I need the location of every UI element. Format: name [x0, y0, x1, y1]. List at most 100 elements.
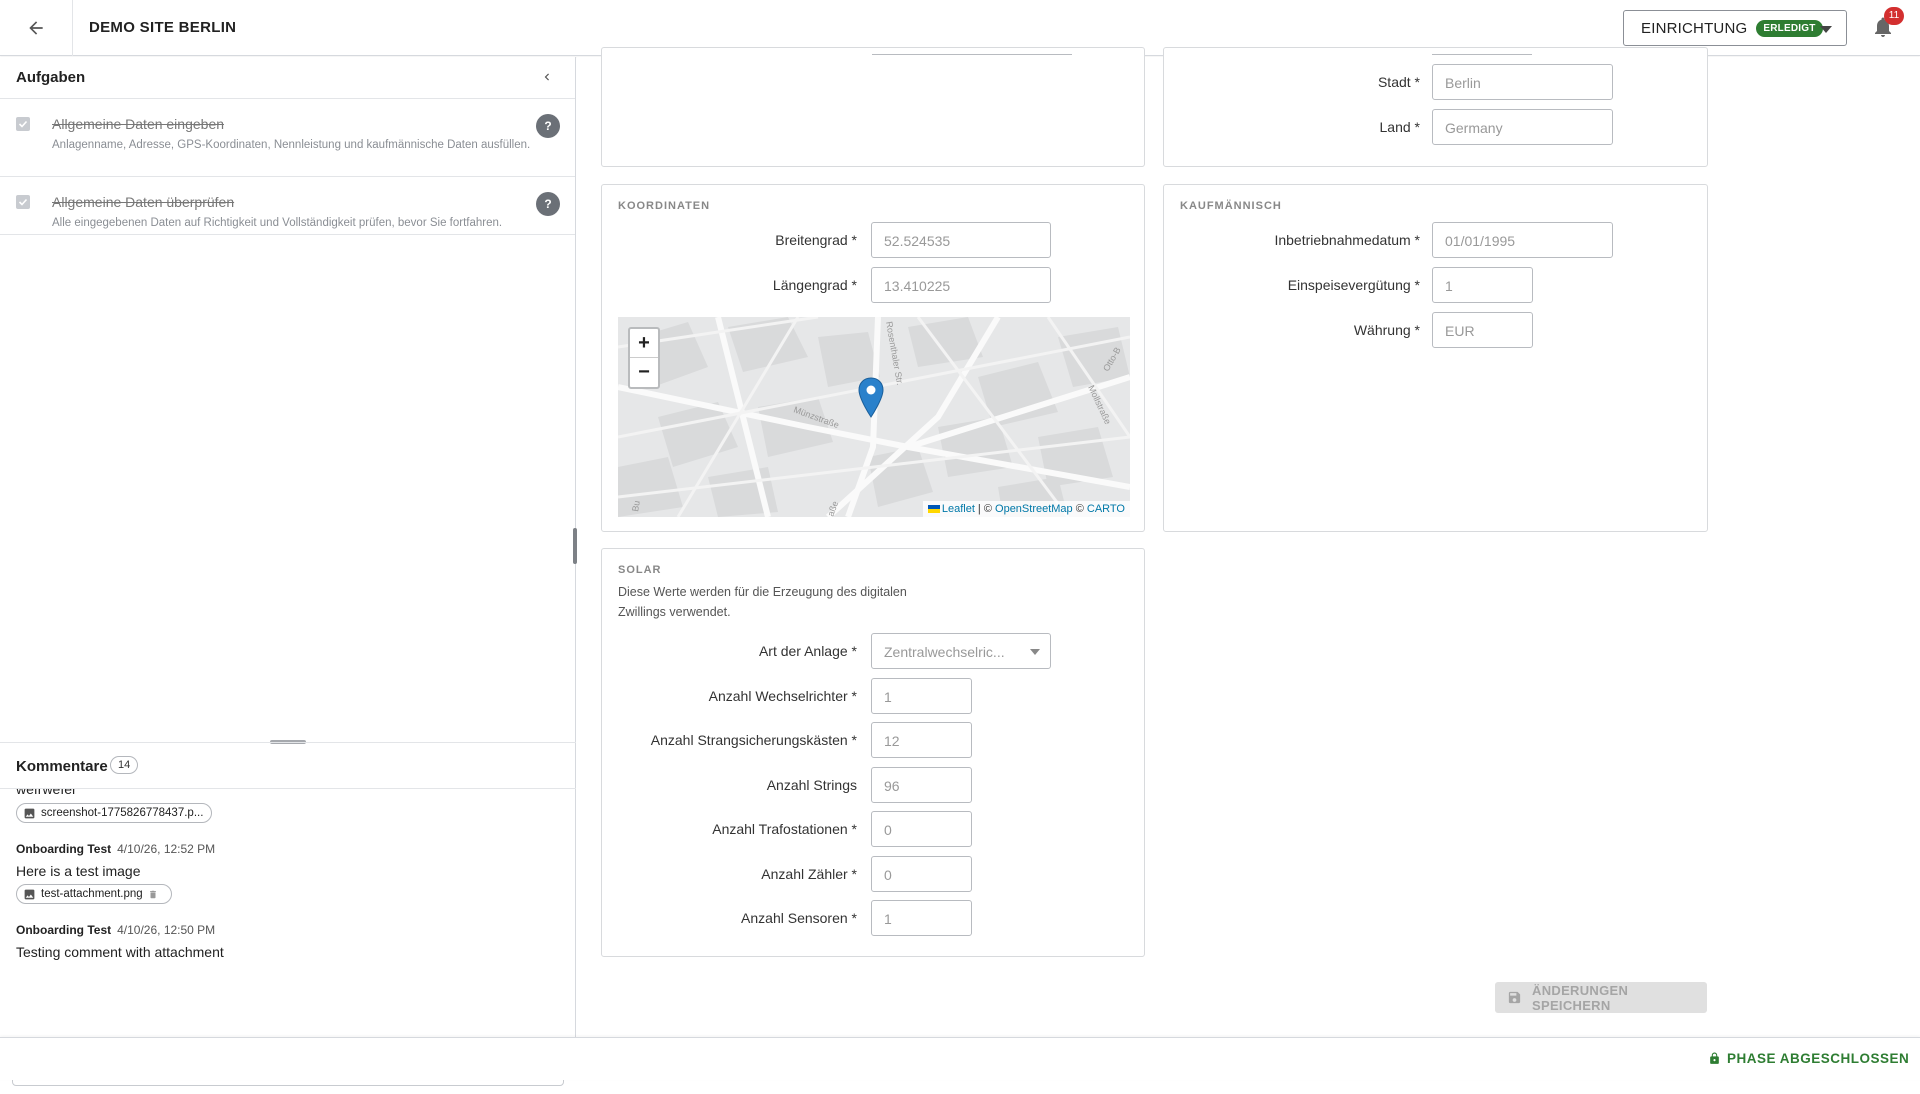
comment-author: Onboarding Test 4/10/26, 12:50 PM [16, 923, 215, 937]
plant-type-label: Art der Anlage * [758, 643, 857, 659]
meters-field[interactable]: 0 [871, 856, 972, 892]
input-bottom-edge [872, 54, 1072, 55]
leaflet-link[interactable]: Leaflet [942, 503, 975, 515]
currency-row: Währung * EUR [1164, 312, 1707, 348]
map-street-label: Bu [630, 500, 642, 513]
solar-subtitle: Diese Werte werden für die Erzeugung des… [618, 585, 907, 619]
feed-in-tariff-label: Einspeisevergütung * [1287, 277, 1420, 293]
address-card-left [601, 47, 1145, 167]
task-description: Anlagenname, Adresse, GPS-Koordinaten, N… [52, 139, 531, 151]
inverters-field[interactable]: 1 [871, 678, 972, 714]
attachment-chip[interactable]: test-attachment.png [16, 884, 172, 904]
map-marker-icon[interactable] [858, 377, 884, 419]
help-icon[interactable]: ? [536, 192, 560, 216]
collapse-panel-button[interactable] [540, 70, 554, 84]
carto-link[interactable]: CARTO [1087, 503, 1125, 515]
checkbox-icon[interactable] [16, 117, 30, 131]
strings-row: Anzahl Strings 96 [602, 767, 1144, 803]
sensors-label: Anzahl Sensoren * [741, 910, 857, 926]
comment-author-name: Onboarding Test [16, 842, 112, 856]
combiner-boxes-label: Anzahl Strangsicherungskästen * [650, 732, 857, 748]
city-field[interactable]: Berlin [1432, 64, 1613, 100]
comments-title: Kommentare [16, 758, 108, 775]
task-item: Allgemeine Daten eingeben Anlagenname, A… [0, 99, 575, 177]
phase-closed-label: PHASE ABGESCHLOSSEN [1727, 1051, 1910, 1066]
sensors-row: Anzahl Sensoren * 1 [602, 900, 1144, 936]
chevron-left-icon [540, 70, 554, 84]
notification-count-badge: 11 [1884, 7, 1904, 25]
save-label: ÄNDERUNGEN SPEICHERN [1532, 982, 1629, 1013]
tasks-title: Aufgaben [16, 69, 86, 86]
sensors-field[interactable]: 1 [871, 900, 972, 936]
attachment-chip[interactable]: screenshot-1775826778437.p... [16, 803, 213, 823]
commissioning-label: Inbetriebnahmedatum * [1274, 232, 1420, 248]
input-bottom-edge [1432, 54, 1532, 55]
osm-link[interactable]: OpenStreetMap [995, 503, 1073, 515]
task-title: Allgemeine Daten eingeben [52, 116, 225, 132]
comment-text: Here is a test image [16, 863, 141, 879]
comment-text: wefrwefer [16, 789, 77, 797]
save-icon [1507, 990, 1532, 1005]
currency-label: Währung * [1353, 322, 1420, 338]
plant-type-row: Art der Anlage * Zentralwechselric... [602, 633, 1144, 669]
back-button[interactable] [18, 12, 54, 44]
main-content: Stadt * Berlin Land * Germany KOORDINATE… [577, 47, 1920, 1037]
plant-type-select[interactable]: Zentralwechselric... [871, 633, 1051, 669]
status-badge: ERLEDIGT [1756, 19, 1823, 37]
comment-author-name: Onboarding Test [16, 923, 112, 937]
longitude-row: Längengrad * 13.410225 [602, 267, 1144, 303]
save-changes-button[interactable]: ÄNDERUNGEN SPEICHERN [1495, 982, 1707, 1013]
map-zoom-control: + − [628, 327, 660, 389]
phase-label: EINRICHTUNG [1641, 19, 1748, 37]
strings-label: Anzahl Strings [766, 777, 857, 793]
city-row: Stadt * Berlin [1164, 64, 1707, 100]
map-attribution: Leaflet | © OpenStreetMap © CARTO [922, 501, 1130, 517]
app-footer: PHASE ABGESCHLOSSEN [0, 1037, 1920, 1080]
feed-in-tariff-field[interactable]: 1 [1432, 267, 1533, 303]
longitude-field[interactable]: 13.410225 [871, 267, 1051, 303]
attribution-separator: | © [974, 503, 996, 515]
country-row: Land * Germany [1164, 109, 1707, 145]
country-field[interactable]: Germany [1432, 109, 1613, 145]
combiner-boxes-row: Anzahl Strangsicherungskästen * 12 [602, 722, 1144, 758]
coordinates-card: KOORDINATEN Breitengrad * 52.524535 Läng… [601, 184, 1145, 532]
trash-icon[interactable] [148, 889, 163, 900]
combiner-boxes-field[interactable]: 12 [871, 722, 972, 758]
comments-list: wefrwefer screenshot-1775826778437.p... … [0, 789, 576, 1037]
latitude-label: Breitengrad * [775, 232, 857, 248]
latitude-field[interactable]: 52.524535 [871, 222, 1051, 258]
strings-field[interactable]: 96 [871, 767, 972, 803]
attribution-copyright: © [1072, 503, 1087, 515]
zoom-out-button[interactable]: − [630, 358, 658, 387]
help-icon[interactable]: ? [536, 114, 560, 138]
comment-count-badge: 14 [110, 756, 139, 774]
attachment-name: test-attachment.png [41, 888, 143, 900]
meters-label: Anzahl Zähler * [761, 866, 857, 882]
header-divider [72, 0, 73, 56]
comment-author: Onboarding Test 4/10/26, 12:52 PM [16, 842, 215, 856]
comments-header: Kommentare 14 [0, 742, 576, 789]
chevron-down-icon [1030, 649, 1040, 655]
transformer-stations-field[interactable]: 0 [871, 811, 972, 847]
zoom-in-button[interactable]: + [630, 329, 658, 358]
commercial-card: KAUFMÄNNISCH Inbetriebnahmedatum * 01/01… [1163, 184, 1708, 532]
commissioning-row: Inbetriebnahmedatum * 01/01/1995 [1164, 222, 1707, 258]
location-map[interactable]: Münzstraße Rosenthaler Str. Mollstraße O… [618, 317, 1130, 517]
image-icon [23, 888, 41, 901]
longitude-label: Längengrad * [772, 277, 857, 293]
phase-select[interactable]: EINRICHTUNG ERLEDIGT [1623, 10, 1847, 46]
commissioning-date-field[interactable]: 01/01/1995 [1432, 222, 1613, 258]
comment-date: 4/10/26, 12:50 PM [117, 923, 216, 937]
plant-type-value: Zentralwechselric... [884, 644, 1005, 660]
phase-closed-button[interactable]: PHASE ABGESCHLOSSEN [1708, 1051, 1909, 1066]
task-item: Allgemeine Daten überprüfen Alle eingege… [0, 177, 575, 235]
address-card: Stadt * Berlin Land * Germany [1163, 47, 1708, 167]
solar-card: SOLAR Diese Werte werden für die Erzeugu… [601, 548, 1145, 957]
ukraine-flag-icon [927, 505, 940, 513]
currency-field[interactable]: EUR [1432, 312, 1533, 348]
comment-text: Testing comment with attachment [16, 944, 224, 960]
checkbox-icon[interactable] [16, 195, 30, 209]
feed-in-tariff-row: Einspeisevergütung * 1 [1164, 267, 1707, 303]
commercial-title: KAUFMÄNNISCH [1180, 200, 1282, 212]
tasks-header: Aufgaben [0, 57, 575, 99]
